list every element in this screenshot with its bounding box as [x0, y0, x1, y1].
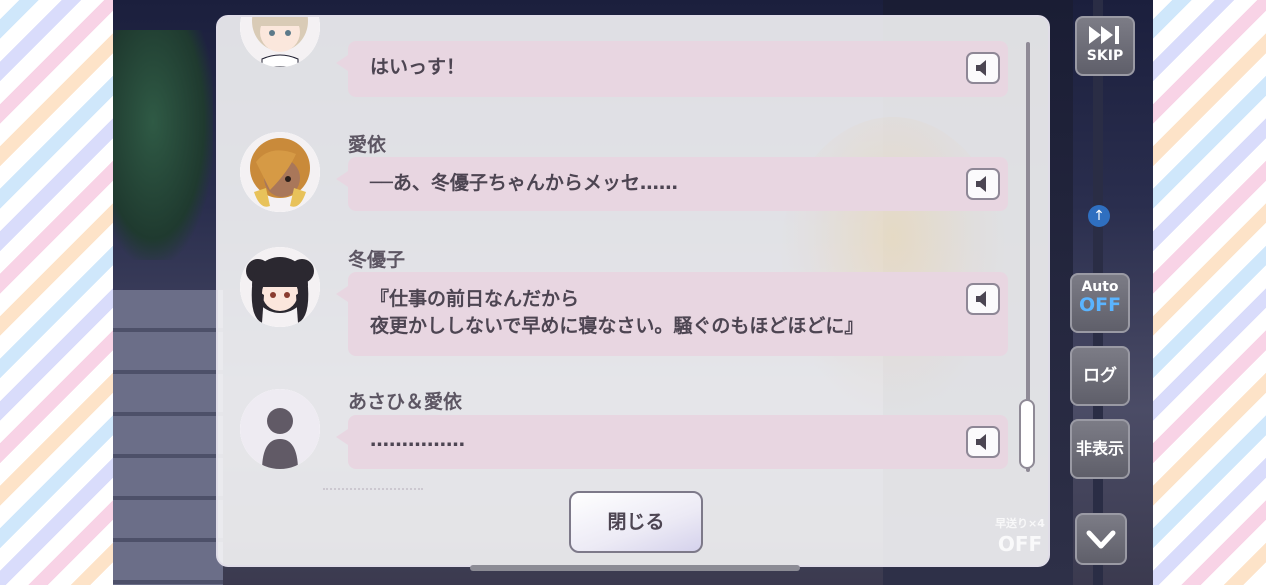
- auto-state: OFF: [1078, 294, 1122, 316]
- message-text: ──あ、冬優子ちゃんからメッセ……: [370, 172, 678, 194]
- log-button[interactable]: ログ: [1070, 346, 1130, 406]
- fast-forward-state[interactable]: OFF: [990, 532, 1050, 556]
- skip-label: SKIP: [1086, 48, 1124, 64]
- scene-progress-bar: [470, 565, 800, 571]
- dialogue-log-panel: はいっす！ 愛依 ──あ、冬優子ちゃんからメッセ…… 冬優子 『仕事の前日なんだ…: [216, 15, 1050, 567]
- chevron-down-icon: [1086, 530, 1116, 549]
- speaker-icon: [976, 291, 986, 307]
- skip-button[interactable]: SKIP: [1075, 16, 1135, 76]
- road-sign-icon: ↑: [1088, 205, 1110, 227]
- close-button[interactable]: 閉じる: [569, 491, 703, 553]
- message-text: はいっす！: [370, 56, 466, 78]
- auto-button[interactable]: Auto OFF: [1070, 273, 1130, 333]
- background-tree: [113, 30, 213, 260]
- menu-toggle-button[interactable]: [1075, 513, 1127, 565]
- speaker-icon: [976, 176, 986, 192]
- fast-forward-label: 早送り×4: [995, 517, 1045, 530]
- speaker-name: 愛依: [348, 134, 387, 156]
- voice-play-button[interactable]: [966, 283, 1000, 315]
- decorative-stripes-left: [0, 0, 113, 585]
- girl-blonde-avatar: [240, 132, 320, 212]
- background-fence: [113, 290, 223, 585]
- message-bubble: はいっす！: [336, 41, 1008, 97]
- message-bubble: ……………: [336, 415, 1008, 469]
- message-text: ……………: [370, 429, 465, 451]
- hide-button[interactable]: 非表示: [1070, 419, 1130, 479]
- speaker-name: 冬優子: [348, 249, 406, 271]
- silhouette-avatar: [240, 389, 320, 469]
- girl-black-hair-avatar: [240, 247, 320, 327]
- speaker-name: あさひ＆愛依: [348, 391, 463, 413]
- decorative-stripes-right: [1153, 0, 1266, 585]
- voice-play-button[interactable]: [966, 168, 1000, 200]
- voice-play-button[interactable]: [966, 52, 1000, 84]
- message-text: 『仕事の前日なんだから 夜更かししないで早めに寝なさい。騒ぐのもほどほどに』: [370, 288, 864, 337]
- message-bubble: 『仕事の前日なんだから 夜更かししないで早めに寝なさい。騒ぐのもほどほどに』: [336, 272, 1008, 356]
- message-bubble: ──あ、冬優子ちゃんからメッセ……: [336, 157, 1008, 211]
- faded-next-entry: [323, 488, 423, 490]
- voice-play-button[interactable]: [966, 426, 1000, 458]
- girl-light-hair-avatar: [240, 17, 320, 67]
- speaker-icon: [976, 60, 986, 76]
- scrollbar-thumb[interactable]: [1019, 399, 1035, 469]
- speaker-icon: [976, 434, 986, 450]
- auto-label: Auto: [1081, 279, 1119, 295]
- fast-forward-icon: [1089, 26, 1119, 44]
